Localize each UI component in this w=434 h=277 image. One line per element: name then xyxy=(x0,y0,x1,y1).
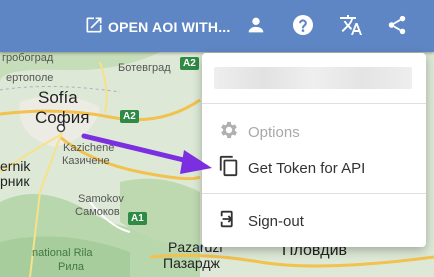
top-app-bar: OPEN AOI WITH... xyxy=(0,0,434,52)
map-label-botevgrad: Ботевград xyxy=(118,62,171,74)
account-email-redacted xyxy=(214,67,412,89)
map-label-pernik-cyr: рник xyxy=(0,173,30,189)
map-label-rila-cyr: Рила xyxy=(58,261,85,273)
account-menu: Options Get Token for API Sign-out xyxy=(202,53,426,247)
menu-divider-bottom xyxy=(202,193,426,194)
copy-icon xyxy=(218,154,240,182)
map-label-samokov-cyr: Самоков xyxy=(75,206,120,218)
gear-icon xyxy=(218,119,240,145)
options-label: Options xyxy=(248,123,300,141)
options-menu-item: Options xyxy=(218,119,300,145)
map-label-sofia-latin: Sofía xyxy=(38,88,78,107)
open-aoi-with-label: OPEN AOI WITH... xyxy=(108,19,231,35)
account-button[interactable] xyxy=(243,14,269,40)
road-badge-a1: A1 xyxy=(128,212,147,225)
help-button[interactable] xyxy=(290,14,316,40)
get-token-menu-item[interactable]: Get Token for API xyxy=(218,154,365,182)
map-label-samokov-latin: Samokov xyxy=(78,193,124,205)
annotation-arrow xyxy=(81,133,212,174)
map-label-pazardzhik-cyr: Пазардж xyxy=(163,255,220,271)
help-icon xyxy=(291,13,315,42)
open-aoi-with-button[interactable]: OPEN AOI WITH... xyxy=(84,14,230,40)
road-badge-a2-north: A2 xyxy=(180,57,199,70)
map-label-grobograd: гробоград xyxy=(2,52,54,64)
sign-out-menu-item[interactable]: Sign-out xyxy=(218,208,304,234)
translate-button[interactable] xyxy=(338,14,364,40)
map-label-rila-latin: national Rila xyxy=(32,247,93,259)
map-label-pernik-latin: ernik xyxy=(0,158,31,174)
map-label-ertopole: ертополе xyxy=(6,72,54,84)
road-badge-a2: A2 xyxy=(120,110,139,123)
open-in-new-icon xyxy=(84,15,104,40)
translate-icon xyxy=(339,13,363,42)
map-label-sofia-cyr: София xyxy=(35,108,90,127)
get-token-label: Get Token for API xyxy=(248,159,366,177)
sign-out-label: Sign-out xyxy=(248,212,304,230)
share-icon xyxy=(386,14,408,41)
sign-out-icon xyxy=(218,208,240,234)
share-button[interactable] xyxy=(384,14,410,40)
menu-divider xyxy=(202,103,426,104)
account-icon xyxy=(245,14,267,41)
